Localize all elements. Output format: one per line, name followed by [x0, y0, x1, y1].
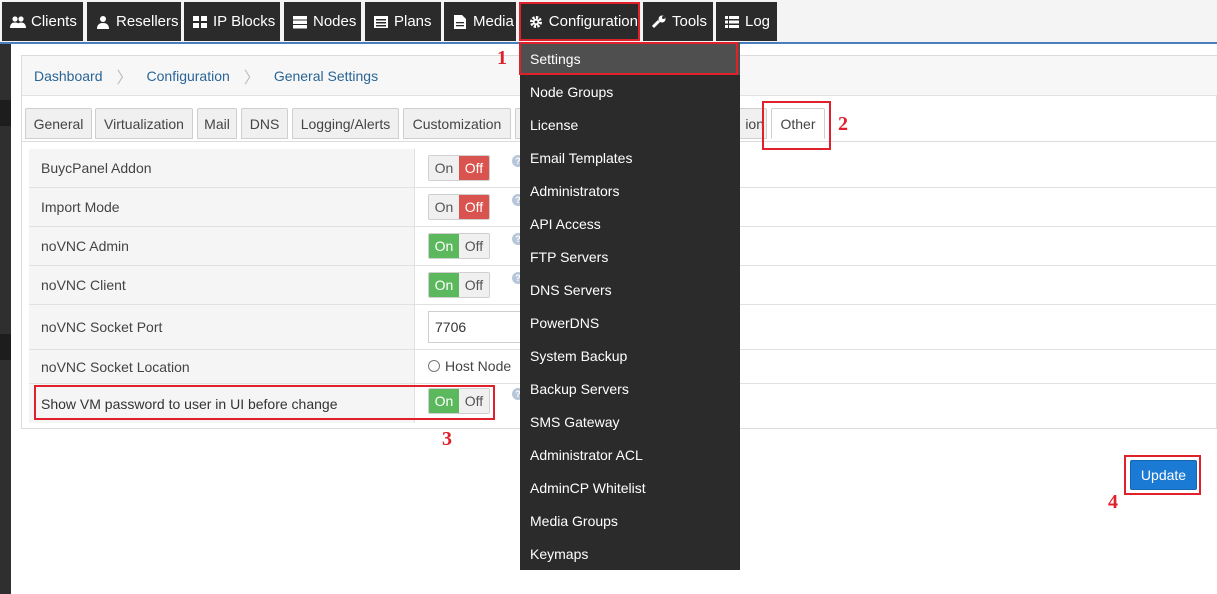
toggle-on[interactable]: On	[429, 389, 459, 413]
radio-label: Host Node	[445, 358, 512, 374]
nav-clients[interactable]: Clients	[2, 2, 83, 41]
setting-label: Show VM password to user in UI before ch…	[29, 384, 415, 423]
nav-media[interactable]: Media	[444, 2, 516, 41]
annotation-number-3: 3	[442, 428, 452, 450]
breadcrumb-separator: 〉	[116, 69, 133, 87]
menu-item-node-groups[interactable]: Node Groups	[520, 75, 740, 108]
menu-item-api-access[interactable]: API Access	[520, 207, 740, 240]
nav-label: IP Blocks	[213, 13, 276, 30]
sidebar-notch	[0, 100, 11, 126]
configuration-dropdown: Settings Node Groups License Email Templ…	[520, 42, 740, 570]
menu-item-ftp-servers[interactable]: FTP Servers	[520, 240, 740, 273]
update-button[interactable]: Update	[1130, 460, 1197, 490]
sidebar-notch	[0, 334, 11, 360]
novnc-port-input[interactable]: 7706	[428, 311, 523, 343]
setting-label: BuycPanel Addon	[29, 149, 415, 187]
toggle-off[interactable]: Off	[459, 273, 489, 297]
nav-label: Log	[745, 13, 771, 30]
nav-tools[interactable]: Tools	[643, 2, 713, 41]
menu-item-system-backup[interactable]: System Backup	[520, 339, 740, 372]
annotation-number-1: 1	[497, 47, 507, 69]
tab-other[interactable]: Other	[771, 108, 825, 139]
tab-logging-alerts[interactable]: Logging/Alerts	[292, 108, 399, 139]
wrench-icon	[651, 14, 667, 30]
buycpanel-toggle[interactable]: On Off	[428, 155, 490, 181]
novnc-admin-toggle[interactable]: On Off	[428, 233, 490, 259]
nav-label: Plans	[394, 13, 432, 30]
menu-item-sms-gateway[interactable]: SMS Gateway	[520, 405, 740, 438]
breadcrumb-general-settings[interactable]: General Settings	[274, 68, 378, 84]
list-icon	[373, 14, 389, 30]
file-icon	[452, 14, 468, 30]
menu-item-media-groups[interactable]: Media Groups	[520, 504, 740, 537]
menu-item-settings[interactable]: Settings	[520, 42, 740, 75]
left-sidebar-edge	[0, 44, 11, 594]
annotation-number-2: 2	[838, 113, 848, 135]
nav-nodes[interactable]: Nodes	[284, 2, 361, 41]
user-icon	[95, 14, 111, 30]
toggle-off[interactable]: Off	[459, 389, 489, 413]
setting-label: Import Mode	[29, 188, 415, 226]
breadcrumb-configuration[interactable]: Configuration	[147, 68, 230, 84]
menu-item-backup-servers[interactable]: Backup Servers	[520, 372, 740, 405]
nav-label: Clients	[31, 13, 77, 30]
server-icon	[292, 14, 308, 30]
setting-label: noVNC Socket Port	[29, 305, 415, 349]
menu-item-keymaps[interactable]: Keymaps	[520, 537, 740, 570]
annotation-number-4: 4	[1108, 491, 1118, 513]
breadcrumb-dashboard[interactable]: Dashboard	[34, 68, 103, 84]
tab-general[interactable]: General	[25, 108, 92, 139]
tab-customization[interactable]: Customization	[403, 108, 511, 139]
menu-item-dns-servers[interactable]: DNS Servers	[520, 273, 740, 306]
nav-configuration[interactable]: Configuration	[519, 2, 640, 41]
toggle-off[interactable]: Off	[459, 156, 489, 180]
breadcrumb-separator: 〉	[243, 69, 260, 87]
top-navigation: Clients Resellers IP Blocks Nodes Plans …	[0, 0, 1217, 44]
nav-label: Configuration	[548, 13, 638, 30]
menu-item-administrator-acl[interactable]: Administrator ACL	[520, 438, 740, 471]
host-node-radio[interactable]: Host Node	[428, 358, 511, 374]
toggle-on[interactable]: On	[429, 195, 459, 219]
nav-resellers[interactable]: Resellers	[87, 2, 181, 41]
tab-virtualization[interactable]: Virtualization	[95, 108, 193, 139]
grid-icon	[192, 14, 208, 30]
novnc-client-toggle[interactable]: On Off	[428, 272, 490, 298]
menu-item-administrators[interactable]: Administrators	[520, 174, 740, 207]
nav-label: Tools	[672, 13, 708, 30]
toggle-off[interactable]: Off	[459, 195, 489, 219]
menu-item-license[interactable]: License	[520, 108, 740, 141]
menu-item-powerdns[interactable]: PowerDNS	[520, 306, 740, 339]
nav-ip-blocks[interactable]: IP Blocks	[184, 2, 280, 41]
tab-dns[interactable]: DNS	[241, 108, 288, 139]
import-mode-toggle[interactable]: On Off	[428, 194, 490, 220]
tab-mail[interactable]: Mail	[197, 108, 237, 139]
toggle-on[interactable]: On	[429, 156, 459, 180]
nav-log[interactable]: Log	[716, 2, 777, 41]
gear-icon	[529, 14, 544, 30]
nav-label: Media	[473, 13, 514, 30]
nav-label: Nodes	[313, 13, 357, 30]
toggle-on[interactable]: On	[429, 234, 459, 258]
nav-label: Resellers	[116, 13, 179, 30]
list-icon	[724, 14, 740, 30]
menu-item-admincp-whitelist[interactable]: AdminCP Whitelist	[520, 471, 740, 504]
toggle-off[interactable]: Off	[459, 234, 489, 258]
menu-item-email-templates[interactable]: Email Templates	[520, 141, 740, 174]
users-icon	[10, 14, 26, 30]
toggle-on[interactable]: On	[429, 273, 459, 297]
radio-circle-icon[interactable]	[428, 360, 440, 372]
nav-plans[interactable]: Plans	[365, 2, 441, 41]
show-vm-password-toggle[interactable]: On Off	[428, 388, 490, 414]
setting-label: noVNC Client	[29, 266, 415, 304]
setting-label: noVNC Admin	[29, 227, 415, 265]
setting-label: noVNC Socket Location	[29, 350, 415, 383]
